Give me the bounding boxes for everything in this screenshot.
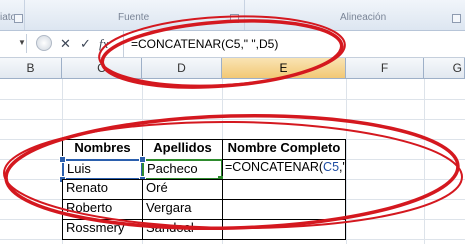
cancel-icon[interactable]: ✕ [60, 36, 71, 52]
column-header-g[interactable]: G [424, 58, 465, 78]
formula-text: ," ", [339, 160, 345, 174]
column-header-b[interactable]: B [0, 58, 62, 78]
cell-c5[interactable]: Luis [62, 159, 143, 180]
column-header-bar: B C D E F G [0, 58, 465, 79]
formula-bar: ▼ ✕ ✓ fx =CONCATENAR(C5," ",D5) [0, 31, 465, 58]
ribbon-group-label-fuente: Fuente [118, 12, 150, 23]
ribbon: iato Fuente Alineación [0, 0, 465, 31]
dialog-launcher-icon[interactable] [452, 14, 461, 23]
cell-d5[interactable]: Pacheco [142, 159, 223, 180]
ribbon-separator [24, 0, 25, 30]
column-header-d[interactable]: D [142, 58, 222, 78]
cell-d7[interactable]: Vergara [142, 199, 223, 220]
range-handle[interactable] [139, 156, 146, 163]
formula-bar-expand-icon[interactable] [36, 35, 52, 51]
cell-d6[interactable]: Oré [142, 179, 223, 200]
column-header-e[interactable]: E [222, 58, 346, 78]
range-handle[interactable] [59, 156, 66, 163]
formula-ref-c5: C5 [323, 160, 340, 174]
column-header-f[interactable]: F [346, 58, 424, 78]
dialog-launcher-icon[interactable] [14, 14, 23, 23]
formula-input[interactable]: =CONCATENAR(C5," ",D5) [131, 37, 278, 51]
formula-bar-divider [123, 31, 124, 57]
enter-icon[interactable]: ✓ [80, 36, 91, 52]
column-header-c[interactable]: C [62, 58, 142, 78]
table-header-nombre-completo[interactable]: Nombre Completo [222, 139, 346, 160]
cell-d8[interactable]: Sandoal [142, 219, 223, 240]
cell-e7[interactable] [222, 199, 346, 220]
cell-e8[interactable] [222, 219, 346, 240]
table-header-apellidos[interactable]: Apellidos [142, 139, 223, 160]
grid-line [0, 99, 465, 100]
cell-c7[interactable]: Roberto [62, 199, 143, 220]
cell-e5-editing[interactable]: =CONCATENAR(C5," ",D5) [222, 159, 346, 180]
cell-e6[interactable] [222, 179, 346, 200]
table-header-nombres[interactable]: Nombres [62, 139, 143, 160]
formula-text: =CONCATENAR( [225, 160, 324, 174]
dialog-launcher-icon[interactable] [230, 14, 239, 23]
name-box-dropdown-icon[interactable]: ▼ [18, 38, 26, 47]
grid-line [0, 119, 465, 120]
ribbon-group-label-alineacion: Alineación [340, 12, 387, 23]
name-box[interactable]: ▼ [0, 34, 27, 53]
insert-function-icon[interactable]: fx [99, 36, 108, 52]
ribbon-separator [244, 0, 245, 30]
cell-c6[interactable]: Renato [62, 179, 143, 200]
cell-c8[interactable]: Rossmery [62, 219, 143, 240]
